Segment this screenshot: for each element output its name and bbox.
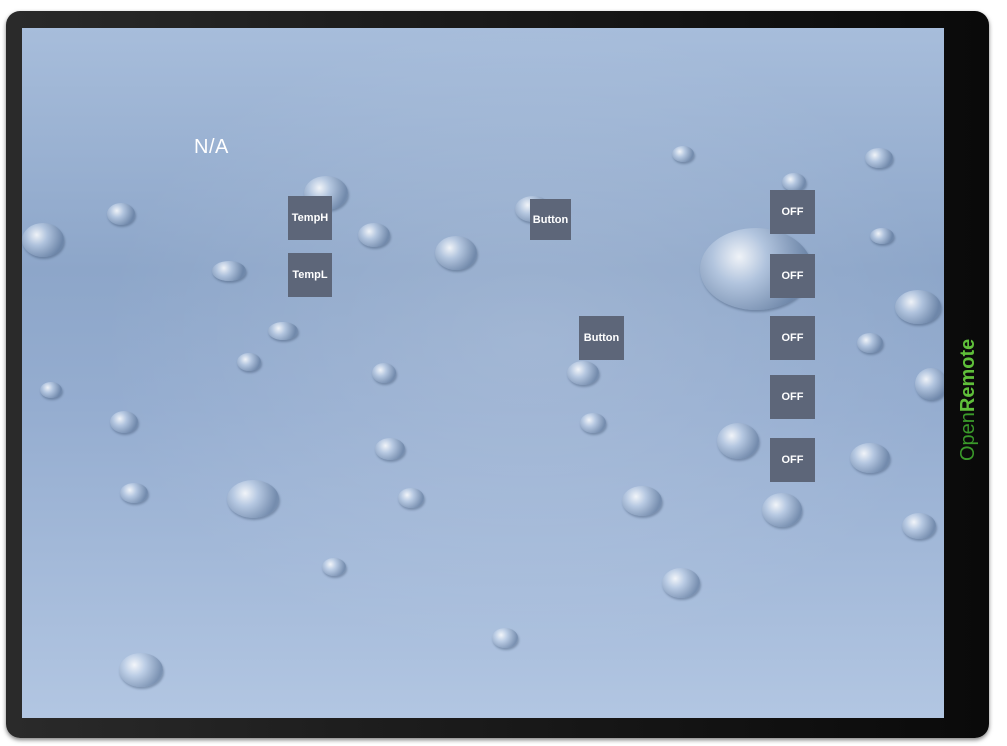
water-drop-decoration — [865, 148, 893, 168]
device-frame: N/A TempH TempL Button Button OFF OFF OF… — [6, 11, 989, 738]
water-drop-decoration — [850, 443, 890, 473]
water-drop-decoration — [782, 173, 806, 191]
water-drop-decoration — [375, 438, 405, 460]
switch-4-toggle[interactable]: OFF — [770, 375, 815, 419]
water-drop-decoration — [268, 322, 298, 340]
water-drop-decoration — [870, 228, 894, 244]
svg-text:OpenRemote: OpenRemote — [957, 339, 979, 461]
water-drop-decoration — [107, 203, 135, 225]
temp-low-button[interactable]: TempL — [288, 253, 332, 297]
water-drop-decoration — [110, 411, 138, 433]
button-2[interactable]: Button — [579, 316, 624, 360]
water-drop-decoration — [322, 558, 346, 576]
button-1[interactable]: Button — [530, 199, 571, 240]
water-drop-decoration — [40, 382, 62, 398]
switch-1-toggle[interactable]: OFF — [770, 190, 815, 234]
switch-3-toggle[interactable]: OFF — [770, 316, 815, 360]
water-drop-decoration — [672, 146, 694, 162]
water-drop-decoration — [580, 413, 606, 433]
water-drop-decoration — [915, 368, 944, 400]
water-drop-decoration — [119, 653, 163, 687]
water-drop-decoration — [227, 480, 279, 518]
openremote-logo: OpenRemote — [957, 339, 979, 461]
logo-text-remote: Remote — [957, 339, 979, 412]
water-drop-decoration — [435, 236, 477, 270]
water-drop-decoration — [622, 486, 662, 516]
water-drop-decoration — [120, 483, 148, 503]
water-drop-decoration — [372, 363, 396, 383]
water-drop-decoration — [662, 568, 700, 598]
water-drop-decoration — [237, 353, 261, 371]
status-label: N/A — [194, 136, 229, 158]
water-drop-decoration — [358, 223, 390, 247]
logo-text-open: Open — [957, 412, 979, 461]
water-drop-decoration — [212, 261, 246, 281]
water-drop-decoration — [857, 333, 883, 353]
temp-high-button[interactable]: TempH — [288, 196, 332, 240]
switch-2-toggle[interactable]: OFF — [770, 254, 815, 298]
water-drop-decoration — [567, 361, 599, 385]
water-drop-decoration — [398, 488, 424, 508]
water-drop-decoration — [895, 290, 941, 324]
water-drop-decoration — [22, 223, 64, 257]
water-drop-decoration — [717, 423, 759, 459]
switch-5-toggle[interactable]: OFF — [770, 438, 815, 482]
water-drop-decoration — [492, 628, 518, 648]
panel-screen: N/A TempH TempL Button Button OFF OFF OF… — [22, 28, 944, 718]
water-drop-decoration — [902, 513, 936, 539]
water-drop-decoration — [762, 493, 802, 527]
